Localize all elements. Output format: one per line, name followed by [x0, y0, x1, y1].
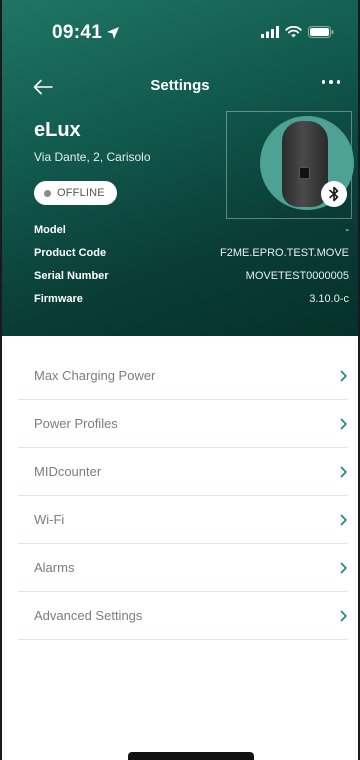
spec-row-product-code: Product Code F2ME.EPRO.TEST.MOVE	[34, 247, 349, 259]
menu-item-label: Alarms	[34, 560, 75, 575]
dot	[329, 80, 333, 84]
spec-row-serial-number: Serial Number MOVETEST0000005	[34, 270, 349, 282]
device-name: eLux	[34, 119, 81, 141]
phone-screen: 09:41 Settings eLux Via Dante, 2, Cariso…	[0, 0, 360, 760]
charger-display	[299, 167, 310, 179]
menu-item-power-profiles[interactable]: Power Profiles	[18, 400, 348, 448]
menu-item-label: Advanced Settings	[34, 608, 143, 623]
device-header: 09:41 Settings eLux Via Dante, 2, Cariso…	[2, 0, 358, 336]
menu-item-wifi[interactable]: Wi-Fi	[18, 496, 348, 544]
chevron-right-icon	[340, 466, 347, 478]
menu-item-advanced-settings[interactable]: Advanced Settings	[18, 592, 348, 640]
device-address: Via Dante, 2, Carisolo	[34, 150, 151, 164]
menu-item-midcounter[interactable]: MIDcounter	[18, 448, 348, 496]
spec-row-model: Model -	[34, 224, 349, 236]
chevron-right-icon	[340, 562, 347, 574]
menu-item-label: Wi-Fi	[34, 512, 65, 527]
status-time: 09:41	[52, 22, 120, 44]
clock-text: 09:41	[52, 22, 103, 43]
chevron-right-icon	[340, 370, 347, 382]
bluetooth-icon[interactable]	[321, 181, 347, 207]
menu-item-label: MIDcounter	[34, 464, 102, 479]
more-dots-icon[interactable]	[321, 80, 340, 84]
spec-label: Serial Number	[34, 270, 109, 282]
settings-menu: Max Charging Power Power Profiles MIDcou…	[18, 352, 348, 640]
dot	[336, 80, 340, 84]
page-title: Settings	[150, 77, 210, 94]
dot	[321, 80, 325, 84]
spec-label: Model	[34, 224, 66, 236]
chevron-right-icon	[340, 418, 347, 430]
status-label: OFFLINE	[57, 187, 105, 199]
spec-label: Product Code	[34, 247, 107, 259]
menu-item-alarms[interactable]: Alarms	[18, 544, 348, 592]
chevron-right-icon	[340, 610, 347, 622]
navigation-bar: Settings	[2, 70, 358, 104]
status-dot	[44, 189, 51, 197]
menu-item-label: Max Charging Power	[34, 368, 156, 383]
menu-item-max-charging-power[interactable]: Max Charging Power	[18, 352, 348, 400]
menu-item-label: Power Profiles	[34, 416, 118, 431]
spec-value: -	[345, 224, 349, 236]
status-badge[interactable]: OFFLINE	[34, 181, 117, 205]
home-indicator[interactable]	[128, 752, 254, 760]
spec-value: 3.10.0-c	[309, 293, 349, 305]
signal-icon	[261, 26, 279, 38]
wifi-icon	[285, 26, 302, 38]
location-arrow-icon	[107, 27, 120, 39]
battery-icon	[308, 26, 334, 38]
spec-value: MOVETEST0000005	[245, 270, 349, 282]
spec-value: F2ME.EPRO.TEST.MOVE	[220, 247, 349, 259]
status-icons	[261, 26, 334, 38]
status-bar: 09:41	[2, 0, 358, 62]
spec-row-firmware: Firmware 3.10.0-c	[34, 293, 349, 305]
spec-label: Firmware	[34, 293, 83, 305]
chevron-right-icon	[340, 514, 347, 526]
bluetooth-glyph	[329, 186, 339, 202]
